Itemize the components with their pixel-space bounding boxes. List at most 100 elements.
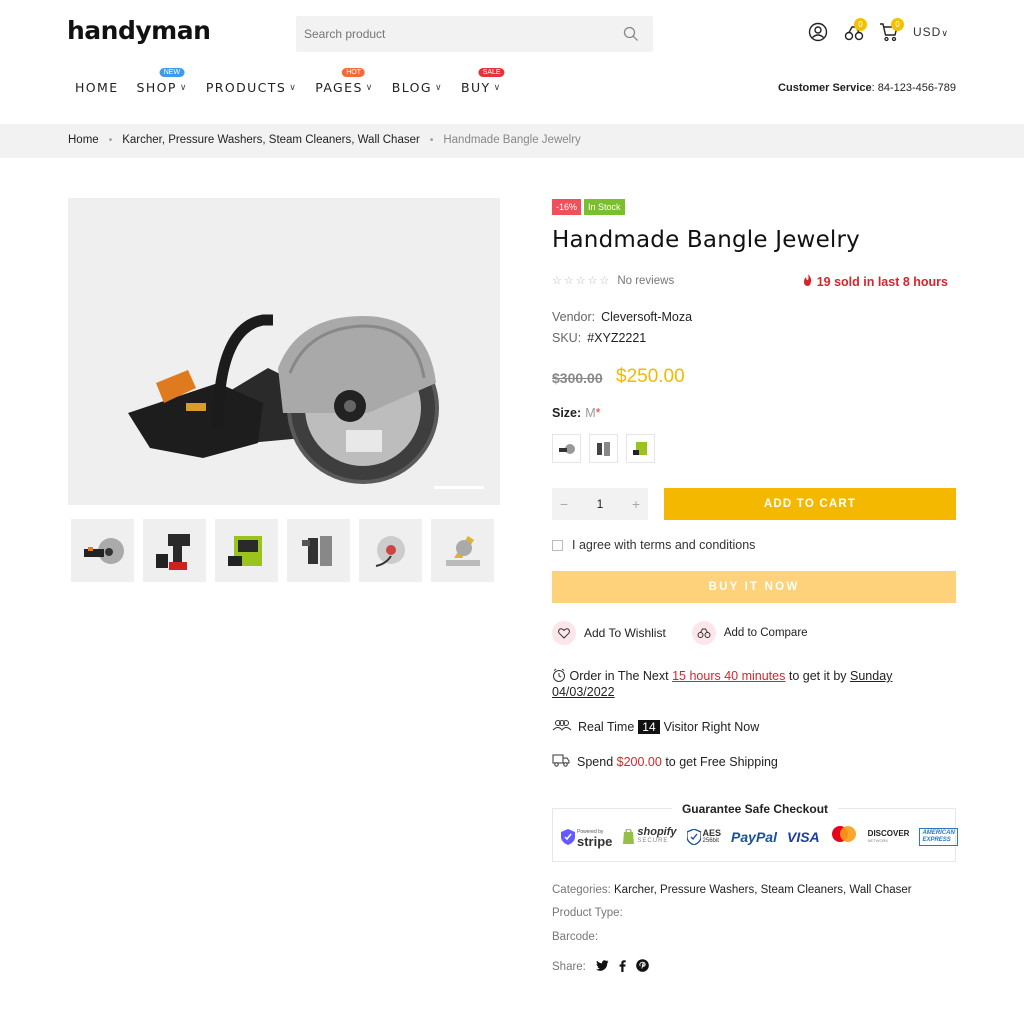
drill-thumbnail-image [155,533,190,570]
categories-label: Categories: [552,884,611,896]
wishlist-button[interactable]: Add To Wishlist [552,621,666,645]
nav-blog[interactable]: BLOG ∨ [392,80,443,95]
cart-icon[interactable]: 0 [879,18,904,47]
shopify-logo: shopify SECURE [622,826,677,846]
product-actions: Add To Wishlist Add to Compare [552,621,808,645]
charger-swatch-image [632,441,647,455]
vendor-label: Vendor: [552,310,596,324]
compare-count-badge: 0 [854,18,867,31]
currency-selector[interactable]: USD∨ [913,25,949,39]
thumbnail-4[interactable] [287,519,350,582]
discount-badge: -16% [552,199,582,215]
star-rating-icon: ☆☆☆☆☆ [552,275,612,287]
account-icon[interactable] [808,22,828,47]
nav-label: PRODUCTS [205,80,287,95]
clock-icon [552,668,566,683]
compare-icon[interactable]: 0 [844,18,867,47]
ship-amount: $200.00 [616,755,662,769]
site-logo[interactable]: handyman [67,16,211,45]
compare-button[interactable]: Add to Compare [691,621,808,645]
product-rating[interactable]: ☆☆☆☆☆ No reviews [552,274,674,288]
thumbnail-1[interactable] [71,519,134,582]
users-icon [552,719,572,734]
categories-value[interactable]: Karcher, Pressure Washers, Steam Cleaner… [614,884,912,896]
search-bar [296,16,653,52]
nav-label: SHOP [136,80,177,95]
delivery-day: Sunday [850,669,893,683]
breadcrumb-current: Handmade Bangle Jewelry [443,134,581,146]
quantity-stepper: − 1 + [552,488,648,520]
free-shipping-note: Spend $200.00 to get Free Shipping [552,754,778,770]
sale-badge: SALE [478,68,505,77]
thumbnail-2[interactable] [143,519,206,582]
nav-label: HOME [75,80,119,95]
search-input[interactable] [296,16,616,52]
nav-shop[interactable]: SHOP ∨ NEW [136,68,188,95]
hammer-drill-thumbnail-image [301,535,332,566]
amex-logo: AMERICAN EXPRESS [919,827,958,846]
nav-home[interactable]: HOME [75,80,119,95]
sku-row: SKU: #XYZ2221 [552,331,646,345]
terms-checkbox[interactable] [552,539,563,551]
facebook-icon[interactable] [619,959,626,975]
breadcrumb-bar: Home • Karcher, Pressure Washers, Steam … [0,124,1024,158]
sku-label: SKU: [552,331,582,345]
product-main-image[interactable] [68,198,500,505]
buy-now-button[interactable]: BUY IT NOW [552,571,956,603]
decrease-button[interactable]: − [560,496,568,512]
twitter-icon[interactable] [595,960,609,974]
chevron-down-icon: ∨ [941,28,949,38]
breadcrumb-category[interactable]: Karcher, Pressure Washers, Steam Cleaner… [122,134,420,146]
guarantee-title: Guarantee Safe Checkout [671,802,839,816]
compare-label: Add to Compare [723,627,808,639]
size-swatch-1[interactable] [552,434,581,463]
nav-label: PAGES [315,80,363,95]
pinterest-icon[interactable] [636,959,649,975]
add-to-cart-button[interactable]: ADD TO CART [664,488,956,520]
customer-service-phone[interactable]: : 84-123-456-789 [872,82,956,94]
size-label: Size: [552,406,582,420]
terms-label[interactable]: I agree with terms and conditions [572,538,755,552]
discover-logo: DISCOVER NETWORK [867,828,910,843]
delivery-date: 04/03/2022 [552,685,615,699]
barcode-label: Barcode: [552,931,599,943]
product-type-label: Product Type: [552,907,623,919]
nav-products[interactable]: PRODUCTS ∨ [206,80,297,95]
customer-service: Customer Service: 84-123-456-789 [778,82,956,94]
size-swatch-2[interactable] [589,434,618,463]
thumbnail-6[interactable] [431,519,494,582]
main-nav: HOME SHOP ∨ NEW PRODUCTS ∨ PAGES ∨ HOT BLOG ∨ … [75,68,520,95]
stock-badge: In Stock [584,199,625,215]
search-icon[interactable] [623,26,639,47]
stripe-logo: Powered by stripe [561,828,612,848]
countdown-time: 15 hours 40 minutes [672,669,786,683]
ship-suffix: to get Free Shipping [665,755,778,769]
nav-buy[interactable]: BUY ∨ SALE [461,68,505,95]
saw-swatch-image [558,443,575,454]
truck-icon [552,754,570,770]
nav-pages[interactable]: PAGES ∨ HOT [315,68,374,95]
vendor-value[interactable]: Cleversoft-Moza [601,310,692,324]
breadcrumb-separator: • [108,134,113,146]
thumbnail-3[interactable] [215,519,278,582]
cart-count-badge: 0 [891,18,904,31]
size-swatch-3[interactable] [626,434,655,463]
product-title: Handmade Bangle Jewelry [552,227,860,253]
mastercard-logo [830,825,858,848]
increase-button[interactable]: + [632,496,640,512]
breadcrumb-home[interactable]: Home [68,134,99,146]
categories-row: Categories: Karcher, Pressure Washers, S… [552,884,912,896]
barcode-row: Barcode: [552,931,598,943]
circular-saw-thumbnail-image [375,535,405,567]
concrete-saw-image [128,314,484,489]
chevron-down-icon: ∨ [493,82,502,93]
thumbnail-5[interactable] [359,519,422,582]
visitor-prefix: Real Time [578,719,635,734]
customer-service-label: Customer Service [778,82,872,94]
wishlist-label: Add To Wishlist [584,626,666,640]
size-swatches [552,434,655,463]
nav-label: BUY [461,80,491,95]
chevron-down-icon: ∨ [289,82,298,93]
visitor-count: 14 [638,719,660,734]
quantity-value[interactable]: 1 [597,497,604,511]
